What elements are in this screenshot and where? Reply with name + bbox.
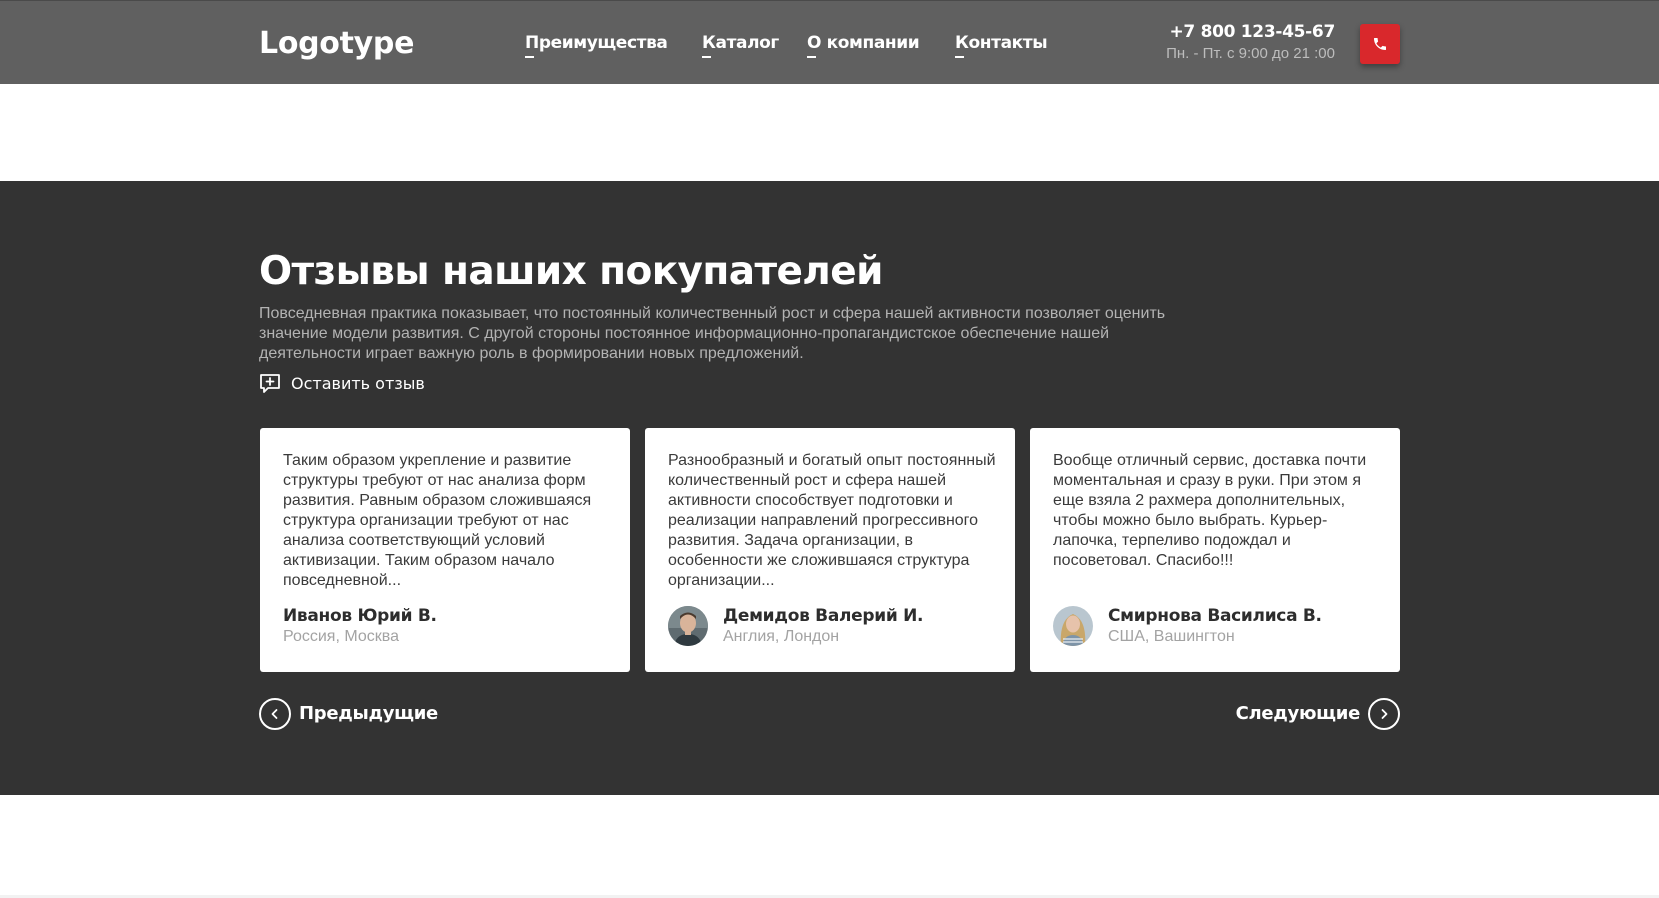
review-text: Разнообразный и богатый опыт постоянный … [668,452,996,589]
author-location: Россия, Москва [283,628,399,645]
section-title: Отзывы наших покупателей [259,249,883,294]
section-description: Повседневная практика показывает, что по… [259,305,1166,362]
review-author: Смирнова Василиса В. США, Вашингтон [1053,604,1322,648]
chevron-left-icon [259,698,291,730]
phone-icon [1372,36,1388,52]
next-button[interactable]: Следующие [1236,698,1400,730]
review-card: Вообще отличный сервис, доставка почти м… [1030,428,1400,672]
chevron-right-icon [1368,698,1400,730]
add-comment-icon [259,373,281,395]
next-label: Следующие [1235,703,1361,724]
author-location: США, Вашингтон [1108,628,1235,645]
author-name: Смирнова Василиса В. [1108,606,1322,626]
nav-item-advantages[interactable]: Преимущества [525,30,668,58]
avatar [1053,606,1093,646]
logo[interactable]: Logotype [259,25,414,63]
nav-item-contacts[interactable]: Контакты [955,30,1048,58]
call-button[interactable] [1360,24,1400,64]
phone-number[interactable]: +7 800 123-45-67 [1169,21,1335,43]
leave-review-button[interactable]: Оставить отзыв [259,371,425,397]
leave-review-label: Оставить отзыв [291,374,425,393]
author-location: Англия, Лондон [723,628,840,645]
nav-item-about[interactable]: О компании [807,30,920,58]
work-hours: Пн. - Пт. с 9:00 до 21 :00 [1166,45,1335,62]
review-text: Таким образом укрепление и развитие стру… [283,452,592,589]
review-card: Таким образом укрепление и развитие стру… [260,428,630,672]
avatar [668,606,708,646]
review-text: Вообще отличный сервис, доставка почти м… [1053,452,1367,569]
nav-item-catalog[interactable]: Каталог [702,30,779,58]
review-author: Иванов Юрий В. Россия, Москва [283,604,437,648]
author-name: Иванов Юрий В. [283,606,437,626]
previous-button[interactable]: Предыдущие [259,698,438,730]
review-card: Разнообразный и богатый опыт постоянный … [645,428,1015,672]
previous-label: Предыдущие [299,703,438,724]
reviews-section: Отзывы наших покупателей Повседневная пр… [0,181,1659,795]
site-header: Logotype Преимущества Каталог О компании… [0,0,1659,84]
review-cards: Таким образом укрепление и развитие стру… [260,428,1400,672]
author-name: Демидов Валерий И. [723,606,924,626]
review-author: Демидов Валерий И. Англия, Лондон [668,604,923,648]
